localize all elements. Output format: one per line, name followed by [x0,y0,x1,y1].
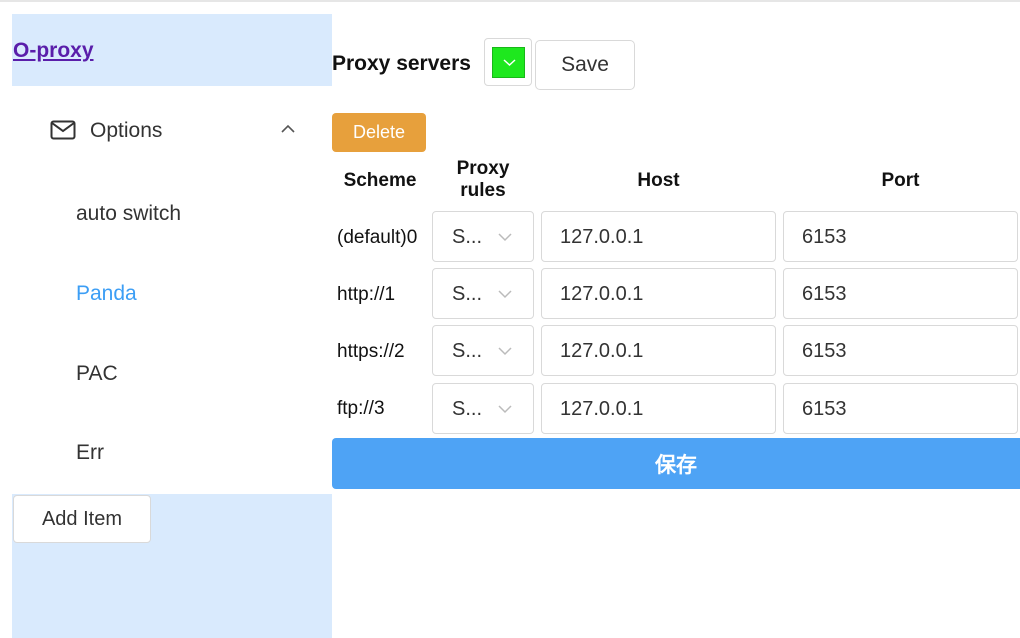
select-value: S... [452,283,483,305]
chevron-down-icon [503,59,516,67]
save-button[interactable]: Save [535,40,635,90]
brand-link[interactable]: O-proxy [13,39,94,63]
page-title: Proxy servers [332,52,471,75]
submenu-label: Options [90,119,163,142]
proxy-rule-select[interactable]: S... [432,325,534,376]
port-value: 6153 [802,283,847,305]
sidebar-item-label: PAC [76,362,118,385]
host-input[interactable]: 127.0.0.1 [541,211,776,262]
sidebar-item-label: Err [76,441,104,464]
color-picker[interactable] [484,38,532,86]
sidebar-item-err[interactable]: Err [12,425,332,485]
column-header-proxy-rules: Proxy rules [456,158,510,201]
host-input[interactable]: 127.0.0.1 [541,383,776,434]
host-input[interactable]: 127.0.0.1 [541,325,776,376]
select-value: S... [452,226,483,248]
chevron-down-icon [498,405,512,414]
delete-button[interactable]: Delete [332,113,426,152]
chevron-down-icon [498,347,512,356]
sidebar-item-label: Panda [76,282,137,305]
column-header-scheme: Scheme [343,170,417,191]
sidebar-item-pac[interactable]: PAC [12,346,332,406]
scheme-cell: https://2 [337,341,405,362]
proxy-rule-select[interactable]: S... [432,268,534,319]
sidebar-item-label: auto switch [76,202,182,225]
column-header-port: Port [881,170,920,191]
port-input[interactable]: 6153 [783,383,1018,434]
sidebar-item-auto-switch[interactable]: auto switch [12,186,332,246]
sidebar-footer: Add Item [12,494,332,638]
port-value: 6153 [802,398,847,420]
scheme-cell: http://1 [337,284,396,305]
add-item-button[interactable]: Add Item [13,495,151,543]
submit-save-button[interactable]: 保存 [332,438,1020,489]
host-value: 127.0.0.1 [560,340,644,362]
port-input[interactable]: 6153 [783,211,1018,262]
sidebar-header: O-proxy [12,14,332,86]
host-value: 127.0.0.1 [560,398,644,420]
host-value: 127.0.0.1 [560,283,644,305]
column-header-host: Host [637,170,680,191]
port-value: 6153 [802,226,847,248]
sidebar-item-panda[interactable]: Panda [12,266,332,326]
port-value: 6153 [802,340,847,362]
host-input[interactable]: 127.0.0.1 [541,268,776,319]
mail-icon [50,120,76,140]
submenu-options[interactable]: Options [12,86,332,176]
chevron-down-icon [498,290,512,299]
chevron-up-icon [281,124,295,133]
select-value: S... [452,340,483,362]
scheme-cell: ftp://3 [337,398,385,419]
top-divider [0,0,1020,2]
port-input[interactable]: 6153 [783,325,1018,376]
proxy-rule-select[interactable]: S... [432,383,534,434]
host-value: 127.0.0.1 [560,226,644,248]
color-swatch [492,47,525,78]
scheme-cell: (default)0 [337,227,418,248]
proxy-rule-select[interactable]: S... [432,211,534,262]
sidebar-menu: Options auto switch Panda PAC Err [12,86,332,494]
chevron-down-icon [498,233,512,242]
port-input[interactable]: 6153 [783,268,1018,319]
select-value: S... [452,398,483,420]
